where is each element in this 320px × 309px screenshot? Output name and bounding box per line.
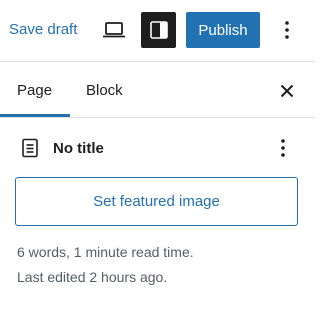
save-draft-button[interactable]: Save draft: [9, 21, 77, 39]
laptop-icon: [103, 22, 125, 38]
tabs-divider: [0, 117, 315, 118]
document-actions-button[interactable]: [273, 134, 293, 162]
document-icon: [22, 138, 38, 158]
publish-button[interactable]: Publish: [186, 12, 260, 48]
document-settings-panel: Save draft Publish Page Block No title S…: [0, 0, 315, 309]
kebab-menu-icon: [285, 21, 289, 39]
close-settings-button[interactable]: [276, 80, 298, 102]
word-count-text: 6 words, 1 minute read time.: [17, 244, 194, 260]
preview-button[interactable]: [100, 14, 128, 46]
tab-page[interactable]: Page: [17, 82, 52, 100]
toolbar-divider: [0, 61, 315, 62]
settings-toggle-button[interactable]: [141, 12, 176, 48]
document-summary-row: No title: [0, 130, 315, 166]
document-icon-wrap: [20, 137, 40, 159]
kebab-menu-icon: [281, 139, 285, 157]
options-menu-button[interactable]: [277, 14, 297, 46]
document-title: No title: [53, 140, 104, 157]
close-icon: [280, 84, 294, 98]
tab-block[interactable]: Block: [86, 82, 123, 100]
sidebar-panel-icon: [149, 21, 168, 39]
last-edited-text: Last edited 2 hours ago.: [17, 269, 168, 285]
editor-toolbar: Save draft Publish: [0, 0, 315, 61]
set-featured-image-button[interactable]: Set featured image: [15, 177, 298, 226]
